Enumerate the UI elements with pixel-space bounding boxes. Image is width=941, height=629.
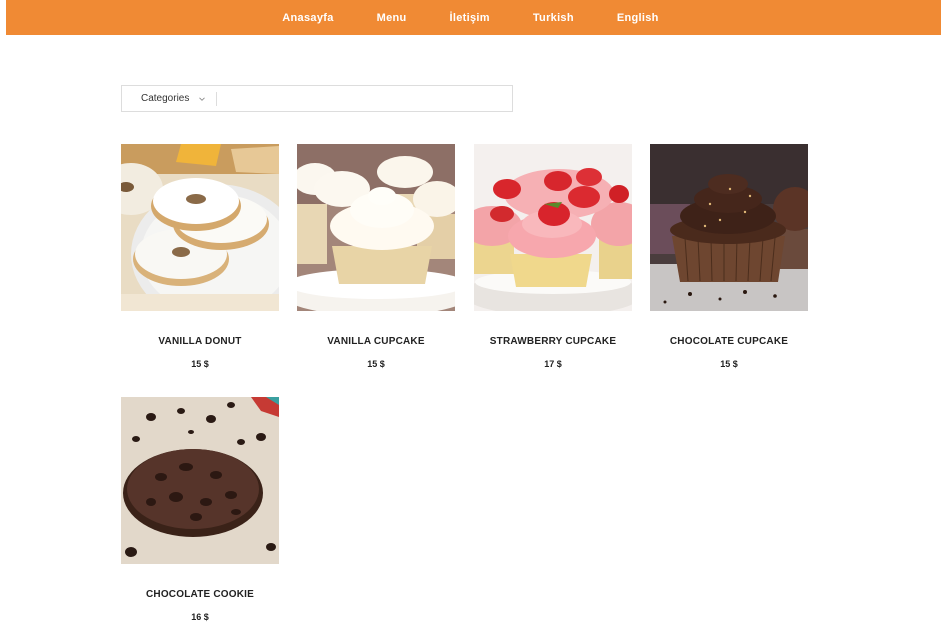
categories-dropdown[interactable]: Categories — [122, 86, 216, 111]
vanilla-cupcake-image — [297, 144, 455, 311]
nav-item-turkish[interactable]: Turkish — [533, 12, 574, 24]
chevron-down-icon — [199, 96, 206, 101]
vanilla-donut-image — [121, 144, 279, 311]
strawberry-cupcake-image — [474, 144, 632, 311]
product-price: 16 $ — [191, 612, 209, 622]
product-name: VANILLA DONUT — [158, 336, 242, 347]
product-price: 15 $ — [367, 359, 385, 369]
categories-label: Categories — [141, 93, 190, 104]
product-card[interactable]: CHOCOLATE COOKIE 16 $ — [121, 397, 279, 622]
search-input[interactable] — [217, 85, 512, 112]
chocolate-cookie-image — [121, 397, 279, 564]
product-name: STRAWBERRY CUPCAKE — [489, 336, 617, 347]
product-card[interactable]: CHOCOLATE CUPCAKE 15 $ — [650, 144, 808, 369]
product-name: VANILLA CUPCAKE — [327, 336, 425, 347]
top-navbar: Anasayfa Menu İletişim Turkish English — [6, 0, 941, 35]
filter-bar: Categories — [121, 85, 513, 112]
product-price: 15 $ — [720, 359, 738, 369]
product-card[interactable]: VANILLA CUPCAKE 15 $ — [297, 144, 455, 369]
product-name: CHOCOLATE COOKIE — [145, 589, 254, 600]
chocolate-cupcake-image — [650, 144, 808, 311]
product-name: CHOCOLATE CUPCAKE — [669, 336, 789, 347]
nav-list: Anasayfa Menu İletişim Turkish English — [282, 12, 658, 24]
nav-item-menu[interactable]: Menu — [377, 12, 407, 24]
nav-item-english[interactable]: English — [617, 12, 659, 24]
product-price: 15 $ — [191, 359, 209, 369]
nav-item-home[interactable]: Anasayfa — [282, 12, 333, 24]
product-card[interactable]: VANILLA DONUT 15 $ — [121, 144, 279, 369]
nav-item-contact[interactable]: İletişim — [450, 12, 490, 24]
product-price: 17 $ — [544, 359, 562, 369]
product-card[interactable]: STRAWBERRY CUPCAKE 17 $ — [474, 144, 632, 369]
